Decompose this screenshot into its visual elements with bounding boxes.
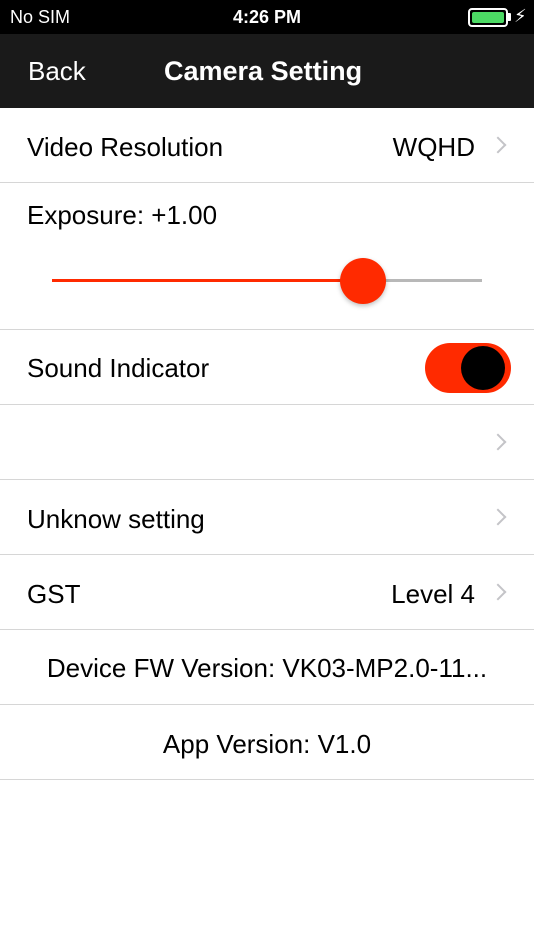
exposure-slider-thumb[interactable] (340, 258, 386, 304)
battery-level-fill (472, 12, 504, 23)
sound-indicator-row: Sound Indicator (0, 330, 534, 405)
toggle-knob (461, 346, 505, 390)
battery-icon (468, 8, 508, 27)
video-resolution-value: WQHD (392, 132, 475, 162)
gst-label: GST (27, 579, 81, 609)
blank-setting-row[interactable] (0, 405, 534, 480)
back-button[interactable]: Back (28, 56, 86, 87)
unknow-setting-label: Unknow setting (27, 504, 205, 534)
chevron-right-icon (489, 583, 507, 601)
chevron-right-icon (489, 508, 507, 526)
device-fw-version-text: Device FW Version: VK03-MP2.0-11... (46, 653, 488, 683)
device-fw-version-row: Device FW Version: VK03-MP2.0-11... (0, 630, 534, 705)
app-version-text: App Version: V1.0 (162, 729, 372, 759)
status-bar: No SIM 4:26 PM ⚡︎ (0, 0, 534, 34)
app-version-row: App Version: V1.0 (0, 705, 534, 780)
chevron-right-icon (489, 433, 507, 451)
status-time: 4:26 PM (232, 7, 302, 27)
battery-tip (508, 13, 511, 21)
navigation-bar: Back Camera Setting (0, 34, 534, 108)
sound-indicator-toggle[interactable] (425, 343, 511, 393)
exposure-row: Exposure: +1.00 (0, 183, 534, 330)
page-title: Camera Setting (164, 56, 363, 86)
bolt-icon: ⚡︎ (514, 6, 527, 26)
video-resolution-row[interactable]: Video Resolution WQHD (0, 108, 534, 183)
unknow-setting-row[interactable]: Unknow setting (0, 480, 534, 555)
exposure-slider-track-filled (52, 279, 364, 282)
gst-row[interactable]: GST Level 4 (0, 555, 534, 630)
chevron-right-icon (489, 136, 507, 154)
gst-value: Level 4 (391, 579, 475, 609)
exposure-label: Exposure: +1.00 (27, 200, 218, 230)
sound-indicator-label: Sound Indicator (27, 353, 210, 383)
video-resolution-label: Video Resolution (27, 132, 224, 162)
